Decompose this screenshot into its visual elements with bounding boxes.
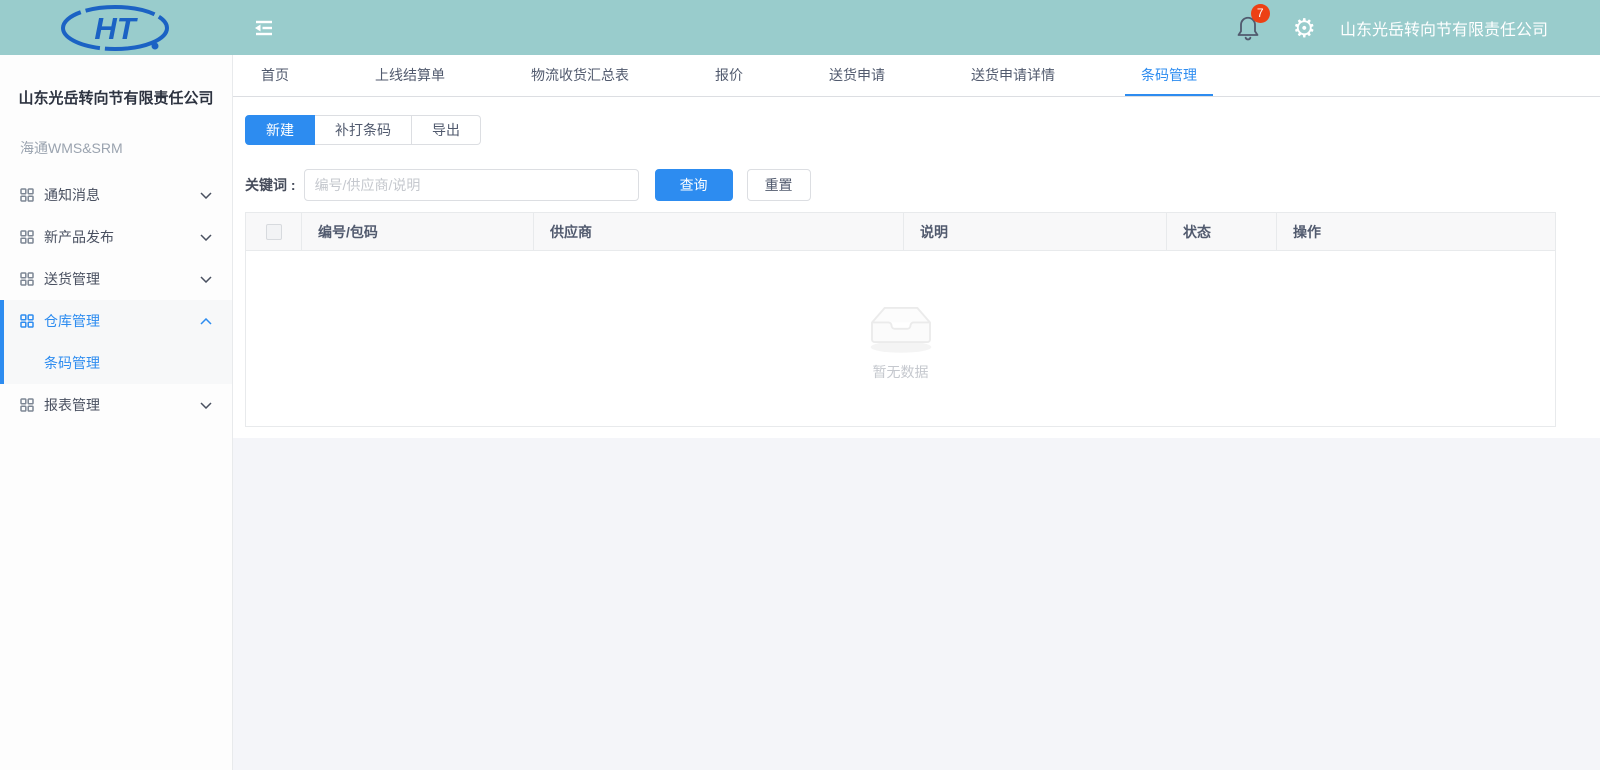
sidebar: 山东光岳转向节有限责任公司 海通WMS&SRM 通知消息: [0, 55, 233, 770]
layout: 山东光岳转向节有限责任公司 海通WMS&SRM 通知消息: [0, 55, 1600, 770]
page-background: [233, 438, 1600, 770]
notification-badge: 7: [1251, 4, 1270, 23]
chevron-down-icon: [200, 402, 212, 409]
content-panel: 新建 补打条码 导出 关键词 : 查询 重置 编号/包码 供应商 说明 状: [233, 97, 1600, 438]
empty-text: 暂无数据: [873, 362, 929, 382]
keyword-input[interactable]: [304, 169, 639, 201]
search-row: 关键词 : 查询 重置: [245, 169, 1556, 201]
menu-fold-icon[interactable]: [253, 19, 275, 37]
header-company-name[interactable]: 山东光岳转向节有限责任公司: [1340, 16, 1548, 40]
logo-text: HT: [94, 11, 138, 46]
column-header-status: 状态: [1167, 213, 1277, 250]
sidebar-subitem-barcode[interactable]: 条码管理: [0, 342, 232, 384]
main-area: 首页 上线结算单 物流收货汇总表 报价 送货申请 送货申请详情 条码管理 新建 …: [233, 55, 1600, 770]
export-button[interactable]: 导出: [412, 115, 481, 145]
sidebar-item-new-product[interactable]: 新产品发布: [0, 216, 232, 258]
tab-delivery-request-detail[interactable]: 送货申请详情: [955, 55, 1071, 96]
company-logo-icon: HT: [58, 3, 176, 53]
select-all-checkbox[interactable]: [266, 224, 282, 240]
sidebar-item-label: 仓库管理: [44, 311, 200, 331]
notifications-button[interactable]: 7: [1235, 14, 1261, 42]
column-header-supplier: 供应商: [534, 213, 904, 250]
tab-quotation[interactable]: 报价: [699, 55, 759, 96]
header-actions: 7 ⚙ 山东光岳转向节有限责任公司: [1235, 14, 1600, 42]
empty-state: 暂无数据: [246, 251, 1555, 426]
tab-delivery-request[interactable]: 送货申请: [813, 55, 901, 96]
sidebar-item-reports[interactable]: 报表管理: [0, 384, 232, 426]
chevron-down-icon: [200, 234, 212, 241]
query-button[interactable]: 查询: [655, 169, 733, 201]
empty-box-icon: [860, 296, 942, 354]
sidebar-item-label: 报表管理: [44, 395, 200, 415]
active-indicator: [0, 300, 4, 384]
select-all-cell: [246, 213, 302, 250]
reprint-barcode-button[interactable]: 补打条码: [315, 115, 412, 145]
toolbar-button-group: 新建 补打条码 导出: [245, 115, 481, 145]
sidebar-system-label: 海通WMS&SRM: [20, 138, 232, 158]
keyword-label: 关键词 :: [245, 175, 296, 195]
grid-icon: [20, 188, 34, 202]
grid-icon: [20, 230, 34, 244]
column-header-code: 编号/包码: [302, 213, 534, 250]
grid-icon: [20, 398, 34, 412]
sidebar-item-label: 送货管理: [44, 269, 200, 289]
sidebar-menu: 通知消息 新产品发布: [0, 174, 232, 426]
tab-bar: 首页 上线结算单 物流收货汇总表 报价 送货申请 送货申请详情 条码管理: [233, 55, 1600, 97]
new-button[interactable]: 新建: [245, 115, 315, 145]
sidebar-item-label: 新产品发布: [44, 227, 200, 247]
sidebar-subitem-label: 条码管理: [44, 353, 100, 373]
column-header-actions: 操作: [1277, 213, 1555, 250]
sidebar-item-label: 通知消息: [44, 185, 200, 205]
table-header-row: 编号/包码 供应商 说明 状态 操作: [246, 213, 1555, 251]
sidebar-company-title: 山东光岳转向节有限责任公司: [0, 87, 232, 108]
grid-icon: [20, 314, 34, 328]
tab-online-settlement[interactable]: 上线结算单: [359, 55, 461, 96]
tab-barcode-management[interactable]: 条码管理: [1125, 55, 1213, 96]
sidebar-item-delivery[interactable]: 送货管理: [0, 258, 232, 300]
barcode-table: 编号/包码 供应商 说明 状态 操作 暂无数据: [245, 212, 1556, 427]
chevron-down-icon: [200, 276, 212, 283]
logo: HT: [0, 3, 233, 53]
sidebar-item-warehouse[interactable]: 仓库管理: [0, 300, 232, 342]
sidebar-group-warehouse: 仓库管理 条码管理: [0, 300, 232, 384]
reset-button[interactable]: 重置: [747, 169, 811, 201]
sidebar-item-notifications[interactable]: 通知消息: [0, 174, 232, 216]
settings-gear-icon[interactable]: ⚙: [1293, 15, 1316, 41]
tab-logistics-summary[interactable]: 物流收货汇总表: [515, 55, 645, 96]
app-header: HT 7 ⚙ 山东光岳转向节有限责任公司: [0, 0, 1600, 55]
chevron-down-icon: [200, 192, 212, 199]
grid-icon: [20, 272, 34, 286]
column-header-description: 说明: [904, 213, 1167, 250]
chevron-up-icon: [200, 318, 212, 325]
tab-home[interactable]: 首页: [245, 55, 305, 96]
